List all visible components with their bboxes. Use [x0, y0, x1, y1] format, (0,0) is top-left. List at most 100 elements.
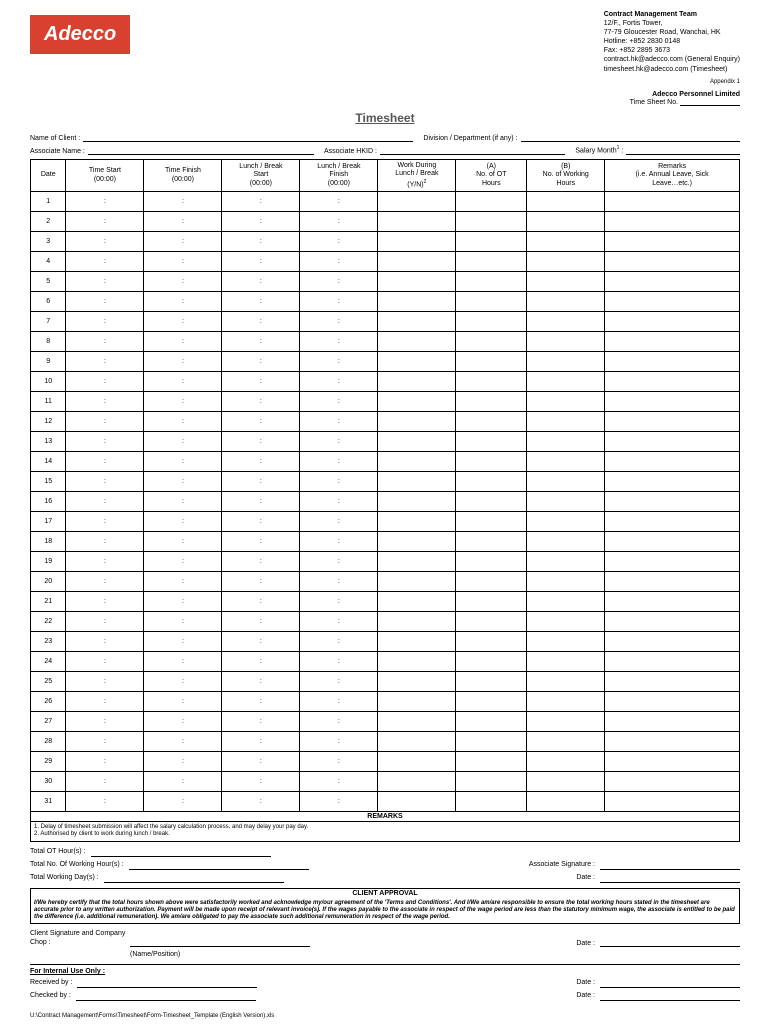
time-cell[interactable]: : — [222, 732, 300, 752]
time-cell[interactable]: : — [222, 632, 300, 652]
time-cell[interactable]: : — [222, 792, 300, 812]
value-cell[interactable] — [605, 352, 740, 372]
value-cell[interactable] — [527, 252, 605, 272]
value-cell[interactable] — [527, 612, 605, 632]
value-cell[interactable] — [605, 392, 740, 412]
value-cell[interactable] — [378, 712, 456, 732]
value-cell[interactable] — [605, 572, 740, 592]
value-cell[interactable] — [378, 732, 456, 752]
time-cell[interactable]: : — [222, 392, 300, 412]
time-cell[interactable]: : — [144, 412, 222, 432]
value-cell[interactable] — [456, 792, 527, 812]
value-cell[interactable] — [527, 352, 605, 372]
value-cell[interactable] — [456, 352, 527, 372]
value-cell[interactable] — [456, 672, 527, 692]
time-cell[interactable]: : — [300, 532, 378, 552]
total-ot-field[interactable] — [91, 848, 271, 857]
value-cell[interactable] — [456, 712, 527, 732]
time-cell[interactable]: : — [300, 632, 378, 652]
time-cell[interactable]: : — [300, 712, 378, 732]
time-cell[interactable]: : — [300, 572, 378, 592]
time-cell[interactable]: : — [144, 352, 222, 372]
time-cell[interactable]: : — [66, 572, 144, 592]
value-cell[interactable] — [605, 512, 740, 532]
value-cell[interactable] — [456, 312, 527, 332]
time-cell[interactable]: : — [300, 332, 378, 352]
total-days-field[interactable] — [104, 874, 284, 883]
time-cell[interactable]: : — [66, 432, 144, 452]
value-cell[interactable] — [378, 672, 456, 692]
assoc-hkid-field[interactable] — [380, 146, 565, 155]
time-cell[interactable]: : — [300, 272, 378, 292]
time-cell[interactable]: : — [144, 772, 222, 792]
time-cell[interactable]: : — [144, 232, 222, 252]
assoc-sig-field[interactable] — [600, 861, 740, 870]
value-cell[interactable] — [605, 212, 740, 232]
value-cell[interactable] — [527, 592, 605, 612]
time-cell[interactable]: : — [144, 572, 222, 592]
value-cell[interactable] — [378, 652, 456, 672]
time-cell[interactable]: : — [66, 592, 144, 612]
time-cell[interactable]: : — [144, 492, 222, 512]
time-cell[interactable]: : — [66, 452, 144, 472]
client-field[interactable] — [83, 133, 413, 142]
value-cell[interactable] — [456, 412, 527, 432]
time-cell[interactable]: : — [222, 492, 300, 512]
time-cell[interactable]: : — [66, 532, 144, 552]
value-cell[interactable] — [378, 412, 456, 432]
time-cell[interactable]: : — [144, 252, 222, 272]
time-cell[interactable]: : — [222, 272, 300, 292]
time-cell[interactable]: : — [144, 652, 222, 672]
value-cell[interactable] — [605, 532, 740, 552]
time-cell[interactable]: : — [300, 192, 378, 212]
value-cell[interactable] — [456, 252, 527, 272]
time-cell[interactable]: : — [144, 212, 222, 232]
time-cell[interactable]: : — [66, 212, 144, 232]
value-cell[interactable] — [378, 752, 456, 772]
time-cell[interactable]: : — [144, 692, 222, 712]
time-cell[interactable]: : — [66, 352, 144, 372]
value-cell[interactable] — [456, 392, 527, 412]
value-cell[interactable] — [456, 492, 527, 512]
value-cell[interactable] — [605, 732, 740, 752]
time-cell[interactable]: : — [222, 452, 300, 472]
value-cell[interactable] — [378, 592, 456, 612]
value-cell[interactable] — [605, 672, 740, 692]
value-cell[interactable] — [527, 192, 605, 212]
time-cell[interactable]: : — [144, 512, 222, 532]
value-cell[interactable] — [605, 692, 740, 712]
value-cell[interactable] — [605, 252, 740, 272]
value-cell[interactable] — [527, 532, 605, 552]
value-cell[interactable] — [456, 372, 527, 392]
value-cell[interactable] — [456, 732, 527, 752]
total-work-field[interactable] — [129, 861, 309, 870]
time-cell[interactable]: : — [300, 292, 378, 312]
value-cell[interactable] — [456, 472, 527, 492]
value-cell[interactable] — [527, 332, 605, 352]
time-cell[interactable]: : — [66, 412, 144, 432]
value-cell[interactable] — [605, 332, 740, 352]
value-cell[interactable] — [527, 512, 605, 532]
value-cell[interactable] — [378, 572, 456, 592]
value-cell[interactable] — [378, 252, 456, 272]
salary-month-field[interactable] — [626, 146, 740, 155]
value-cell[interactable] — [456, 572, 527, 592]
value-cell[interactable] — [456, 232, 527, 252]
value-cell[interactable] — [378, 532, 456, 552]
time-cell[interactable]: : — [222, 412, 300, 432]
value-cell[interactable] — [456, 532, 527, 552]
time-cell[interactable]: : — [222, 592, 300, 612]
time-cell[interactable]: : — [66, 392, 144, 412]
value-cell[interactable] — [605, 752, 740, 772]
value-cell[interactable] — [378, 452, 456, 472]
value-cell[interactable] — [378, 372, 456, 392]
value-cell[interactable] — [456, 512, 527, 532]
time-cell[interactable]: : — [222, 552, 300, 572]
time-cell[interactable]: : — [144, 632, 222, 652]
checked-field[interactable] — [76, 992, 256, 1001]
time-cell[interactable]: : — [300, 372, 378, 392]
value-cell[interactable] — [456, 292, 527, 312]
value-cell[interactable] — [378, 292, 456, 312]
value-cell[interactable] — [378, 632, 456, 652]
value-cell[interactable] — [527, 212, 605, 232]
